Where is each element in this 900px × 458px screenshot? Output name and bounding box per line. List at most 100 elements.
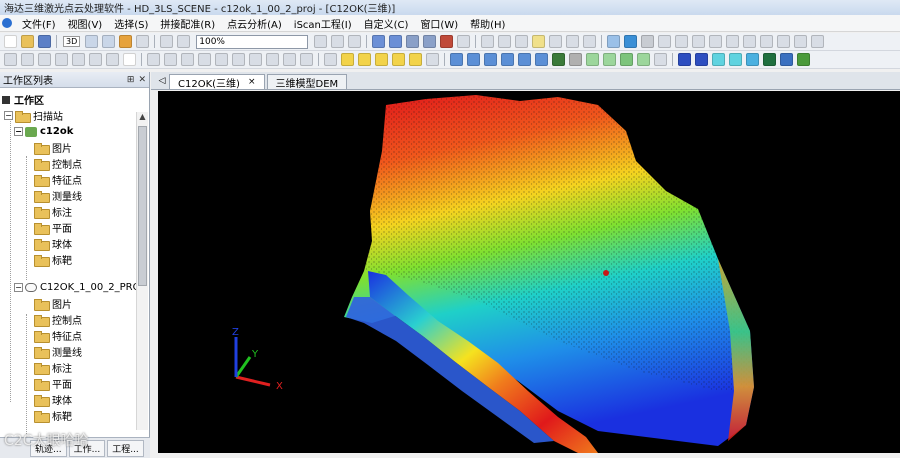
tree-stations[interactable]: − 扫描站 (4, 108, 63, 123)
tower-icon[interactable] (746, 53, 759, 66)
tab-c12ok-3d[interactable]: C12OK(三维) × (169, 74, 265, 90)
workspace-scrollbar[interactable]: ▲ (136, 112, 148, 430)
tree-item[interactable]: 平面 (34, 376, 72, 391)
menu-iscan[interactable]: iScan工程(I) (288, 16, 358, 31)
frame-select2-icon[interactable] (467, 53, 480, 66)
tab-trajectory[interactable]: 轨迹... (30, 439, 67, 457)
pin-panel-icon[interactable]: ⊞ (127, 75, 135, 85)
zoom-extent-icon[interactable] (348, 35, 362, 48)
settings-icon[interactable] (4, 53, 17, 66)
tree-root[interactable]: 工作区 (2, 92, 44, 107)
fill-icon[interactable] (119, 35, 133, 48)
tree-item[interactable]: 球体 (34, 392, 72, 407)
ellipse-icon[interactable] (392, 53, 405, 66)
view-right-icon[interactable] (760, 35, 774, 48)
grid-icon[interactable] (481, 35, 495, 48)
note-icon[interactable] (532, 35, 546, 48)
tree-item[interactable]: 标靶 (34, 408, 72, 423)
frame-select-icon[interactable] (450, 53, 463, 66)
tree-item[interactable]: 特征点 (34, 172, 82, 187)
menu-custom[interactable]: 自定义(C) (358, 16, 415, 31)
tree-item[interactable]: 特征点 (34, 328, 82, 343)
move-icon[interactable] (440, 35, 454, 48)
save-icon[interactable] (38, 35, 51, 48)
link-icon[interactable] (160, 35, 174, 48)
label-icon[interactable] (549, 35, 563, 48)
menu-window[interactable]: 窗口(W) (414, 16, 464, 31)
line-icon[interactable] (324, 53, 337, 66)
tree-item[interactable]: 控制点 (34, 312, 82, 327)
grid-green3-icon[interactable] (620, 53, 633, 66)
fit-icon[interactable] (283, 53, 296, 66)
capture-icon[interactable] (136, 35, 150, 48)
table-icon[interactable] (498, 35, 512, 48)
mesh-icon[interactable] (147, 53, 160, 66)
view-left-icon[interactable] (743, 35, 757, 48)
view-bottom-icon[interactable] (794, 35, 808, 48)
contour-icon[interactable] (215, 53, 228, 66)
zoom-select[interactable]: 100% (196, 34, 309, 49)
measure-icon[interactable] (406, 35, 420, 48)
arrow-right-icon[interactable] (375, 53, 388, 66)
menu-view[interactable]: 视图(V) (62, 16, 109, 31)
view-top-icon[interactable] (777, 35, 791, 48)
profile-icon[interactable] (232, 53, 245, 66)
app-icon[interactable] (2, 18, 12, 28)
grid-green2-icon[interactable] (603, 53, 616, 66)
pan-icon[interactable] (389, 35, 403, 48)
tree-item[interactable]: 测量线 (34, 188, 82, 203)
sphere-icon[interactable] (641, 35, 655, 48)
tree-project-c12ok[interactable]: − c12ok (14, 124, 73, 139)
view-iso-icon[interactable] (811, 35, 825, 48)
rect-icon[interactable] (358, 53, 371, 66)
new-file-icon[interactable] (4, 35, 17, 48)
lasso-icon[interactable] (106, 53, 119, 66)
redo-icon[interactable] (102, 35, 116, 48)
section-icon[interactable] (181, 53, 194, 66)
menu-file[interactable]: 文件(F) (16, 16, 62, 31)
frame-select5-icon[interactable] (518, 53, 531, 66)
close-panel-icon[interactable]: ✕ (138, 75, 146, 85)
pointer-icon[interactable] (123, 53, 136, 66)
tree-item[interactable]: 测量线 (34, 344, 82, 359)
cross-icon[interactable] (654, 53, 667, 66)
frame-select3-icon[interactable] (484, 53, 497, 66)
menu-help[interactable]: 帮助(H) (464, 16, 511, 31)
color-fill-icon[interactable] (552, 53, 565, 66)
frame-select4-icon[interactable] (501, 53, 514, 66)
pin-icon[interactable] (780, 53, 793, 66)
tree-item[interactable]: 图片 (34, 140, 72, 155)
point-cloud-view[interactable]: X Y Z (158, 91, 900, 453)
collapse-icon[interactable]: − (4, 111, 13, 120)
tree-project-proj[interactable]: − C12OK_1_00_2_PROJ (14, 280, 136, 295)
copy-icon[interactable] (38, 53, 51, 66)
angle-icon[interactable] (515, 35, 529, 48)
3d-viewport[interactable]: X Y Z (158, 91, 900, 453)
scrollbar-thumb[interactable] (138, 126, 147, 286)
corner-icon[interactable] (566, 35, 580, 48)
collapse-icon[interactable]: − (14, 127, 23, 136)
zoom-out-icon[interactable] (331, 35, 345, 48)
close-icon[interactable]: × (248, 77, 256, 87)
menu-registration[interactable]: 拼接配准(R) (154, 16, 221, 31)
tree-item[interactable]: 图片 (34, 296, 72, 311)
volume-icon[interactable] (249, 53, 262, 66)
tab-project[interactable]: 工程... (107, 439, 144, 457)
map-icon[interactable] (607, 35, 621, 48)
zoom-in-icon[interactable] (314, 35, 328, 48)
open-folder-icon[interactable] (21, 35, 34, 48)
bars2-icon[interactable] (695, 53, 708, 66)
frame-icon[interactable] (177, 35, 191, 48)
cube-icon[interactable] (409, 53, 422, 66)
tree-item[interactable]: 标注 (34, 204, 72, 219)
tab-dem-model[interactable]: 三维模型DEM (266, 74, 348, 90)
collapse-icon[interactable]: − (14, 283, 23, 292)
scroll-up-icon[interactable]: ▲ (137, 112, 148, 124)
chevron-down-icon[interactable] (426, 53, 439, 66)
cut-icon[interactable] (21, 53, 34, 66)
view-front-icon[interactable] (709, 35, 723, 48)
bars3-icon[interactable] (712, 53, 725, 66)
bars-icon[interactable] (678, 53, 691, 66)
layers-icon[interactable] (692, 35, 706, 48)
chart-icon[interactable] (423, 35, 437, 48)
